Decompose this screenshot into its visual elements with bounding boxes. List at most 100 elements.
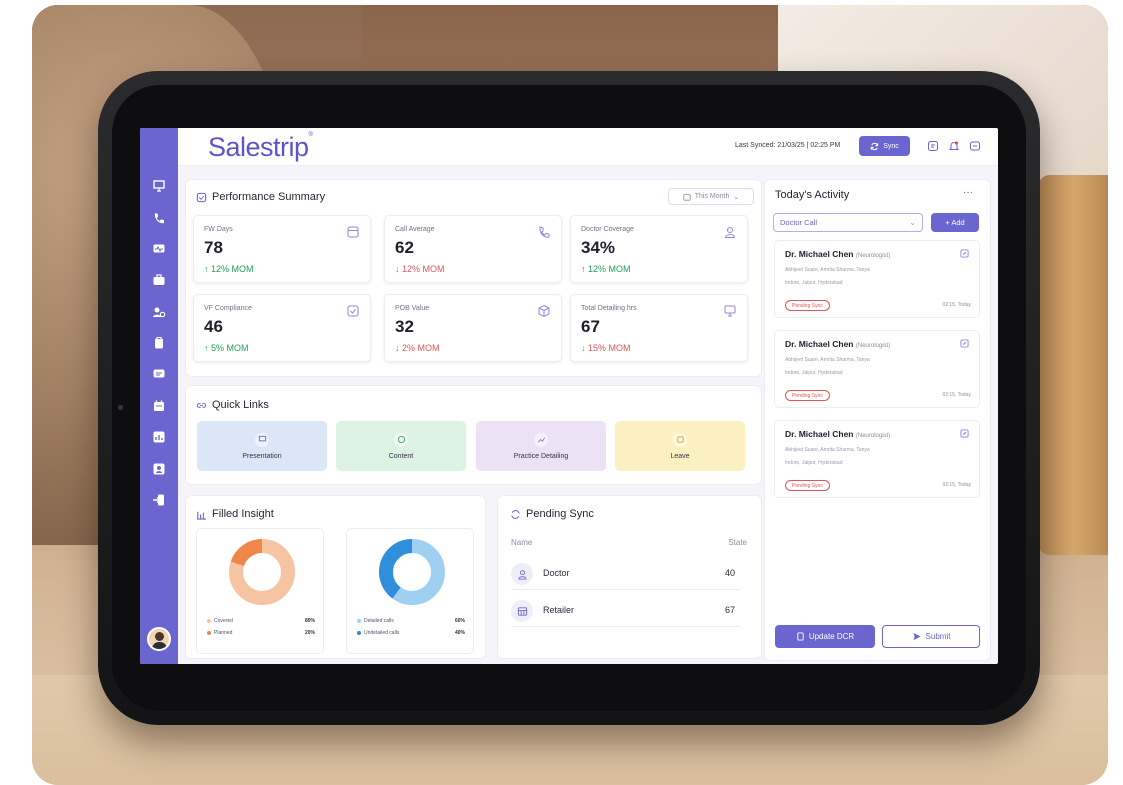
sync-icon (511, 509, 520, 519)
quick-link-practice-detailing[interactable]: Practice Detailing (476, 421, 606, 471)
metric-trend: ↑ 12% MOM (204, 264, 254, 274)
activity-doctor-name: Dr. Michael Chen (Neurologist) (785, 339, 891, 349)
metric-trend: ↑ 12% MOM (581, 264, 631, 274)
calendar-small-icon (683, 193, 691, 201)
monitor-icon[interactable] (150, 241, 168, 257)
submit-button[interactable]: Submit (882, 625, 980, 648)
activity-item[interactable]: Dr. Michael Chen (Neurologist) Abhijeet … (774, 240, 980, 318)
activity-item[interactable]: Dr. Michael Chen (Neurologist) Abhijeet … (774, 330, 980, 408)
coverage-donut-card: Covered 80% Planned 20% (196, 528, 324, 654)
legend-item: Covered 80% (207, 618, 315, 624)
presentation-icon (724, 305, 736, 317)
metric-card-pob-value[interactable]: POB Value 32 ↓ 2% MOM (384, 294, 562, 362)
presentation-icon (255, 432, 269, 447)
more-menu-icon[interactable]: ··· (963, 187, 973, 198)
metric-card-total-detailing-hrs[interactable]: Total Detailing hrs 67 ↓ 15% MOM (570, 294, 748, 362)
settings-users-icon[interactable] (150, 304, 168, 320)
update-dcr-button[interactable]: Update DCR (775, 625, 875, 648)
checklist-icon (347, 305, 359, 317)
doctor-icon (511, 563, 533, 585)
add-activity-button[interactable]: + Add (931, 213, 979, 232)
metric-label: Total Detailing hrs (581, 305, 637, 312)
chat-icon[interactable] (150, 366, 168, 382)
activity-participants: Abhijeet Suare, Amrita Sharma, Tanya (785, 447, 870, 453)
sync-icon (871, 142, 879, 150)
last-synced-text: Last Synced: 21/03/25 | 02:25 PM (735, 142, 841, 149)
activity-time: 02:15, Today (942, 392, 971, 398)
performance-summary-title: Performance Summary (196, 191, 325, 203)
legend-item: Detailed calls 60% (357, 618, 465, 624)
quick-link-content[interactable]: Content (336, 421, 466, 471)
metric-trend: ↑ 5% MOM (204, 343, 249, 353)
sidebar (140, 128, 178, 664)
row-state: 40 (724, 568, 735, 578)
activity-locations: Indore, Jaipur, Hyderabad (785, 460, 843, 466)
quick-link-leave[interactable]: Leave (615, 421, 745, 471)
plant-pot (1038, 175, 1108, 555)
table-row[interactable]: Doctor 40 (511, 560, 741, 590)
metric-value: 32 (395, 317, 414, 336)
store-icon (511, 600, 533, 622)
clipboard-icon[interactable] (150, 335, 168, 351)
metric-card-doctor-coverage[interactable]: Doctor Coverage 34% ↑ 12% MOM (570, 215, 748, 283)
metric-label: VF Compliance (204, 305, 252, 312)
contact-icon[interactable] (150, 461, 168, 477)
calls-donut-card: Detailed calls 60% Undetailed calls 40% (346, 528, 474, 654)
activity-type-dropdown[interactable]: Doctor Call ⌄ (773, 213, 923, 232)
notes-icon[interactable] (927, 140, 939, 152)
activity-locations: Indore, Jaipur, Hyderabad (785, 280, 843, 286)
todays-activity-title: Today's Activity (775, 189, 850, 201)
clipboard-check-icon (196, 192, 207, 202)
metric-trend: ↓ 15% MOM (581, 343, 631, 353)
quick-link-label: Content (388, 452, 414, 460)
briefcase-icon[interactable] (150, 272, 168, 288)
quick-links-title: Quick Links (196, 399, 269, 411)
metric-card-vf-compliance[interactable]: VF Compliance 46 ↑ 5% MOM (193, 294, 371, 362)
phone-icon[interactable] (150, 210, 168, 226)
leave-icon (673, 432, 687, 447)
calendar-icon[interactable] (150, 398, 168, 414)
quick-link-presentation[interactable]: Presentation (197, 421, 327, 471)
document-icon (797, 632, 804, 641)
legend-item: Planned 20% (207, 630, 315, 636)
activity-doctor-name: Dr. Michael Chen (Neurologist) (785, 429, 891, 439)
metric-card-fw-days[interactable]: FW Days 78 ↑ 12% MOM (193, 215, 371, 283)
metric-trend: ↓ 12% MOM (395, 264, 445, 274)
row-name: Retailer (543, 605, 575, 615)
metric-label: POB Value (395, 305, 430, 312)
edit-icon[interactable] (960, 249, 969, 258)
metric-card-call-average[interactable]: Call Average 62 ↓ 12% MOM (384, 215, 562, 283)
sync-button[interactable]: Sync (859, 136, 910, 156)
quick-link-label: Practice Detailing (513, 452, 569, 460)
metric-value: 67 (581, 317, 600, 336)
message-icon[interactable] (969, 140, 981, 152)
metric-value: 46 (204, 317, 223, 336)
activity-participants: Abhijeet Suare, Amrita Sharma, Tanya (785, 357, 870, 363)
filled-insight-title: Filled Insight (196, 508, 274, 520)
row-state: 67 (724, 605, 735, 615)
status-badge: Pending Sync (785, 300, 830, 311)
calls-donut-chart (379, 539, 445, 605)
metric-value: 62 (395, 238, 414, 257)
logout-icon[interactable] (150, 492, 168, 508)
quick-link-label: Leave (670, 452, 690, 460)
table-row[interactable]: Retailer 67 (511, 597, 741, 627)
camera-dot (118, 405, 123, 410)
activity-locations: Indore, Jaipur, Hyderabad (785, 370, 843, 376)
edit-icon[interactable] (960, 429, 969, 438)
activity-item[interactable]: Dr. Michael Chen (Neurologist) Abhijeet … (774, 420, 980, 498)
edit-icon[interactable] (960, 339, 969, 348)
avatar[interactable] (147, 627, 171, 651)
doctor-icon (724, 227, 736, 238)
send-icon (912, 632, 921, 641)
metric-label: Doctor Coverage (581, 226, 634, 233)
app-logo: Salestrip® (208, 132, 313, 162)
activity-time: 02:15, Today (942, 482, 971, 488)
activity-doctor-name: Dr. Michael Chen (Neurologist) (785, 249, 891, 259)
bell-icon[interactable] (948, 140, 960, 152)
period-dropdown[interactable]: This Month ⌄ (668, 188, 754, 205)
metric-value: 78 (204, 238, 223, 257)
metric-label: Call Average (395, 226, 435, 233)
presentation-icon[interactable] (150, 178, 168, 194)
chart-icon[interactable] (150, 429, 168, 445)
